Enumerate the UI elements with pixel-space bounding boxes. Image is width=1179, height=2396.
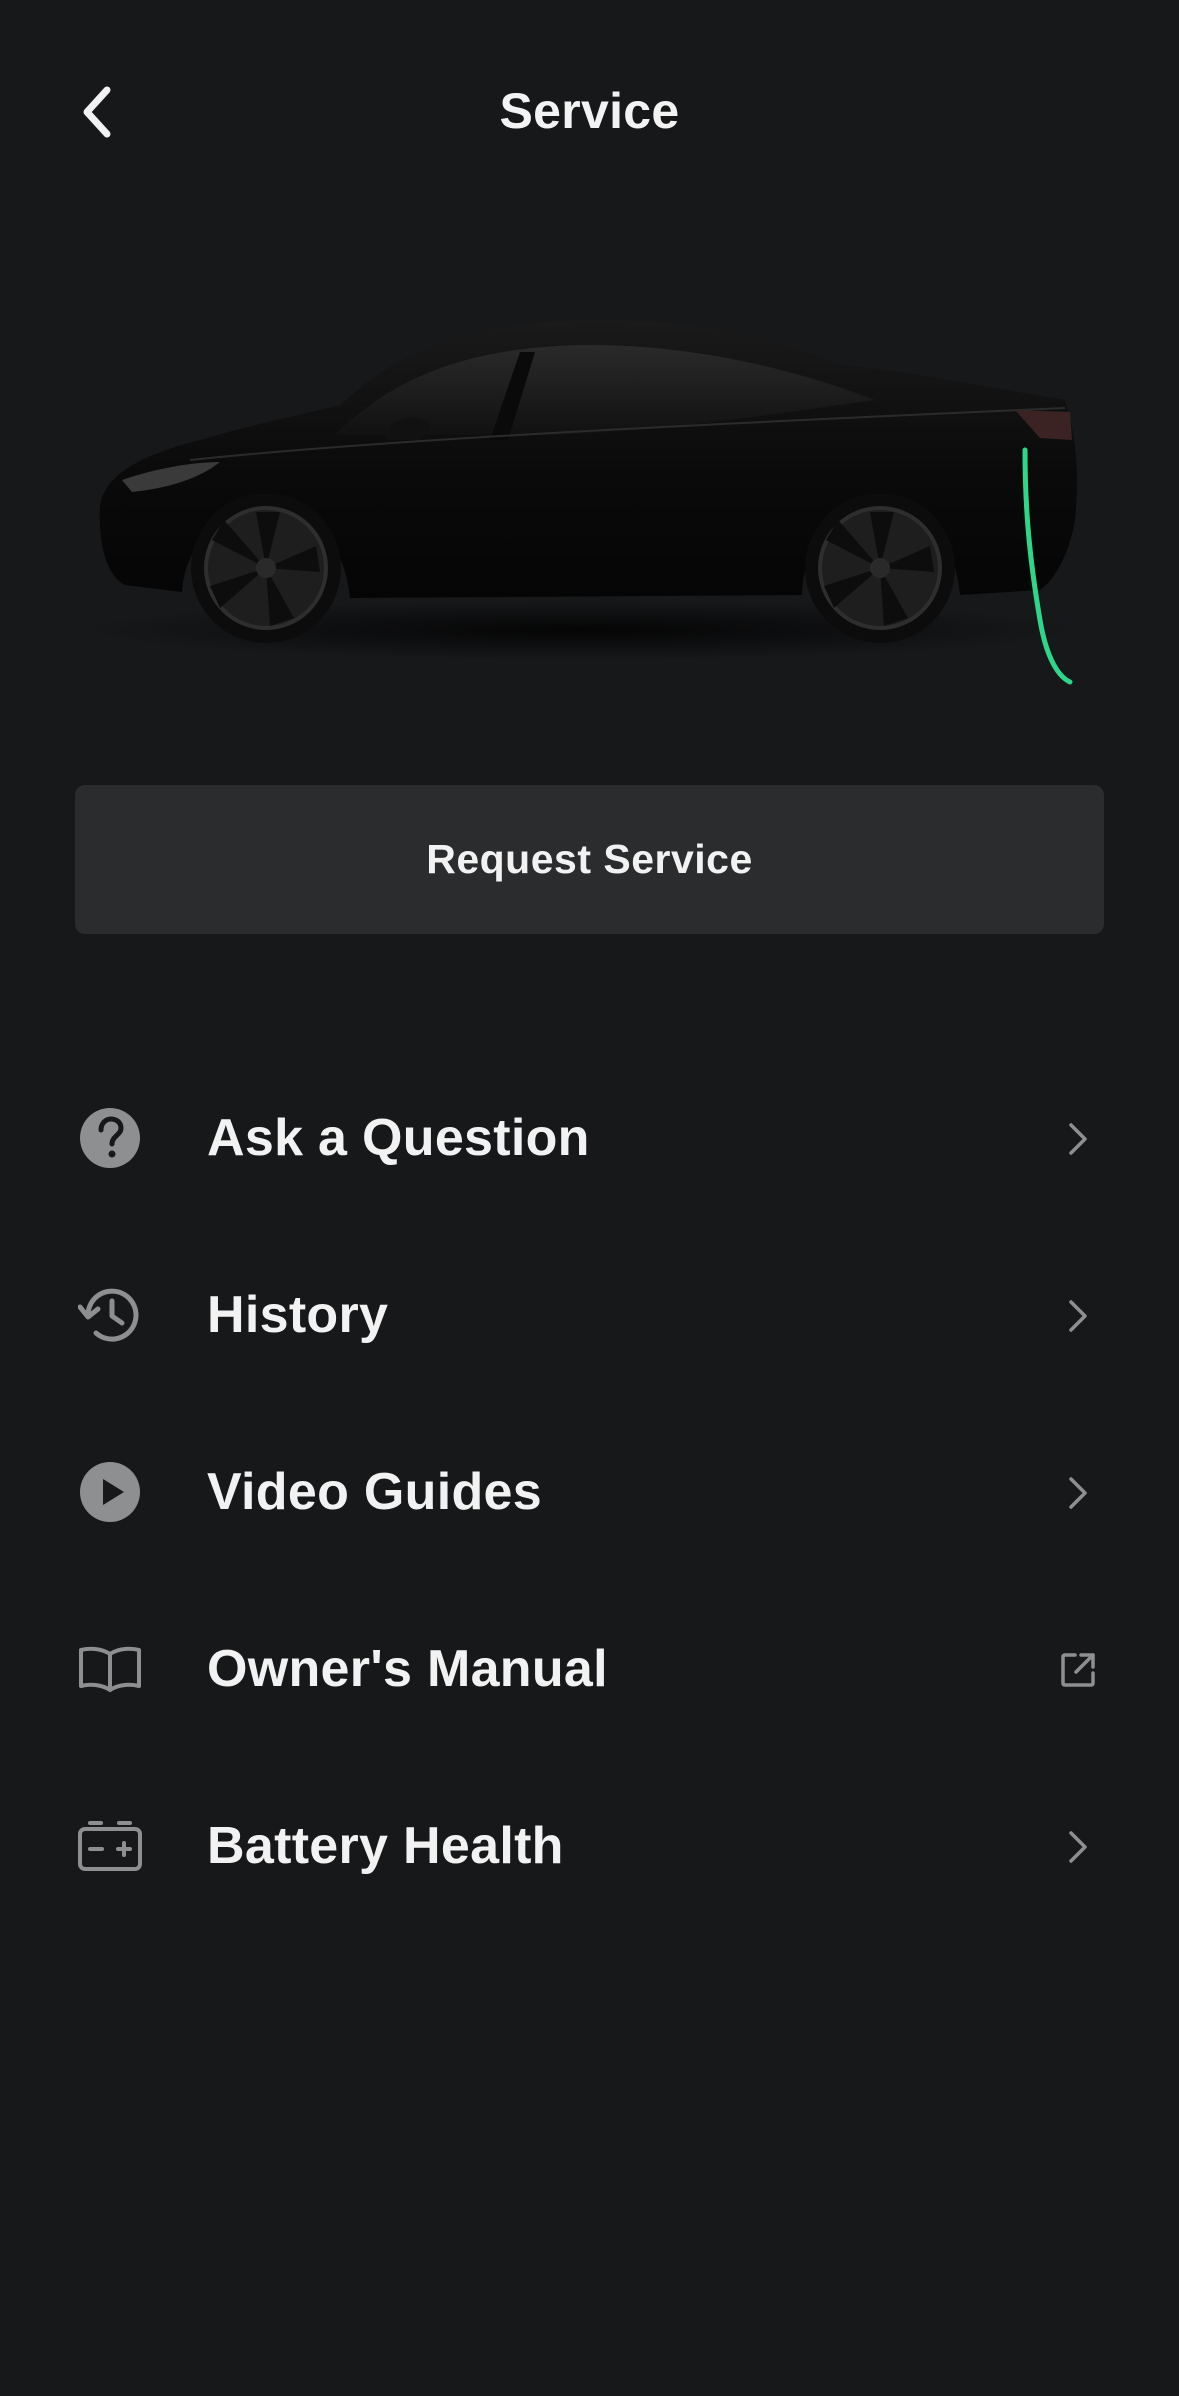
menu-item-label: Video Guides: [207, 1463, 542, 1521]
menu-item-video-guides[interactable]: Video Guides: [0, 1404, 1179, 1581]
menu-item-history[interactable]: History: [0, 1227, 1179, 1404]
menu-item-label: Battery Health: [207, 1817, 564, 1875]
chevron-right-icon: [1055, 1470, 1101, 1516]
chevron-right-icon: [1055, 1293, 1101, 1339]
menu-item-label: History: [207, 1286, 389, 1344]
chevron-right-icon: [1055, 1824, 1101, 1870]
menu-item-label: Ask a Question: [207, 1109, 590, 1167]
car-image: [80, 290, 1100, 710]
external-link-icon: [1055, 1647, 1101, 1693]
page-title: Service: [499, 83, 680, 139]
service-menu: Ask a Question History Video Guides Owne…: [0, 1050, 1179, 1935]
question-circle-icon: [76, 1104, 144, 1172]
battery-icon: [76, 1812, 144, 1880]
history-clock-icon: [76, 1281, 144, 1349]
request-service-button[interactable]: Request Service: [75, 785, 1104, 934]
header: Service: [0, 0, 1179, 230]
menu-item-battery-health[interactable]: Battery Health: [0, 1758, 1179, 1935]
chevron-right-icon: [1055, 1116, 1101, 1162]
menu-item-label: Owner's Manual: [207, 1640, 608, 1698]
menu-item-ask-a-question[interactable]: Ask a Question: [0, 1050, 1179, 1227]
book-open-icon: [76, 1635, 144, 1703]
menu-item-owners-manual[interactable]: Owner's Manual: [0, 1581, 1179, 1758]
play-circle-icon: [76, 1458, 144, 1526]
